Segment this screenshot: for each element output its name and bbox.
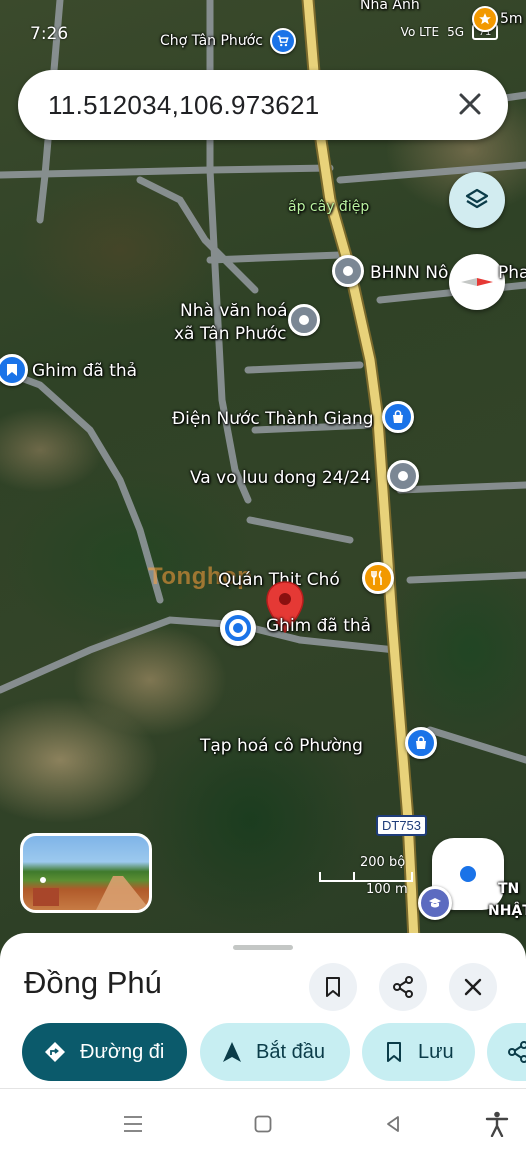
label-ap-cay-diep[interactable]: ấp cây điệp [288, 196, 369, 218]
save-button[interactable] [309, 963, 357, 1011]
network-label: Vo LTE [400, 25, 440, 39]
start-button[interactable]: Bắt đầu [200, 1023, 350, 1081]
label-5m: 5m [500, 11, 523, 27]
recent-apps-button[interactable] [118, 1109, 148, 1139]
directions-icon [45, 1042, 65, 1062]
scale-lower-label: 100 m [366, 882, 408, 897]
place-pin-icon[interactable] [288, 304, 320, 336]
directions-label: Đường đi [80, 1040, 165, 1063]
status-time: 7:26 [30, 24, 69, 44]
share-icon [393, 976, 413, 998]
home-square-icon [254, 1115, 272, 1133]
restaurant-icon[interactable] [362, 562, 394, 594]
search-bar[interactable]: 11.512034,106.973621 [18, 70, 508, 140]
save-label: Lưu [418, 1040, 454, 1063]
label-bhnn[interactable]: BHNN Nô [370, 262, 448, 284]
layers-icon [465, 188, 489, 209]
place-sheet[interactable]: Đồng Phú Đường đi Bắt đầu Lưu [0, 933, 526, 1088]
accessibility-icon [485, 1111, 509, 1137]
place-pin-icon[interactable] [387, 460, 419, 492]
share-button[interactable] [379, 963, 427, 1011]
school-icon[interactable] [418, 886, 452, 920]
back-button[interactable] [378, 1109, 408, 1139]
system-nav-bar [0, 1088, 526, 1155]
directions-button[interactable]: Đường đi [22, 1023, 187, 1081]
back-triangle-icon [387, 1116, 399, 1132]
home-button[interactable] [248, 1109, 278, 1139]
accessibility-button[interactable] [482, 1109, 512, 1139]
scale-upper-label: 200 bộ [360, 855, 406, 870]
label-tap-hoa[interactable]: Tạp hoá cô Phường [200, 735, 363, 757]
status-bar: 7:26 Vo LTE 5G 71 [0, 22, 526, 48]
road-shield: DT753 [376, 815, 428, 836]
close-button[interactable] [449, 963, 497, 1011]
map-view[interactable]: 7:26 Vo LTE 5G 71 Nha Anh 5m Chợ Tân Phư… [0, 0, 526, 960]
label-corner-2: NHẬT [488, 903, 526, 919]
shopping-bag-icon[interactable] [405, 727, 437, 759]
action-chips: Đường đi Bắt đầu Lưu [22, 1023, 526, 1083]
share-chip[interactable] [487, 1023, 526, 1081]
label-cho-tan-phuoc[interactable]: Chợ Tân Phước [160, 32, 263, 50]
drag-handle[interactable] [233, 945, 293, 950]
bookmark-icon [326, 977, 340, 997]
compass-icon [461, 278, 493, 286]
start-label: Bắt đầu [256, 1040, 325, 1063]
label-nha-anh[interactable]: Nha Anh [360, 0, 420, 14]
label-va-vo[interactable]: Va vo luu dong 24/24 [190, 467, 371, 489]
label-nha-van-hoa[interactable]: Nhà văn hoá [180, 300, 288, 322]
compass-button[interactable] [449, 254, 505, 310]
place-title: Đồng Phú [24, 965, 162, 1000]
label-xa-tan-phuoc[interactable]: xã Tân Phước [174, 323, 286, 345]
search-input[interactable]: 11.512034,106.973621 [48, 90, 320, 121]
scale-bar-icon [319, 872, 413, 882]
label-dien-nuoc[interactable]: Điện Nước Thành Giang [172, 408, 374, 430]
label-ghim-da-tha-center[interactable]: Ghim đã thả [266, 615, 371, 637]
label-bhnn-suffix: Pha [498, 263, 526, 283]
my-location-icon [460, 866, 476, 882]
label-ghim-da-tha-left[interactable]: Ghim đã thả [32, 360, 137, 382]
map-scale: 200 bộ 100 m [318, 855, 414, 898]
signal-label: 5G [447, 25, 464, 39]
close-icon [464, 978, 482, 996]
current-location-marker [220, 610, 256, 646]
shopping-bag-icon[interactable] [382, 401, 414, 433]
bookmark-icon [387, 1042, 401, 1062]
navigation-arrow-icon [223, 1042, 241, 1062]
photo-thumbnail-icon [33, 876, 149, 910]
menu-lines-icon [124, 1116, 142, 1132]
layers-button[interactable] [449, 172, 505, 228]
share-icon [508, 1041, 526, 1063]
star-icon[interactable] [472, 6, 498, 32]
place-pin-icon[interactable] [332, 255, 364, 287]
save-chip[interactable]: Lưu [362, 1023, 475, 1081]
shopping-cart-icon[interactable] [270, 28, 296, 54]
road-shield-label: DT753 [382, 818, 422, 833]
street-view-thumbnail[interactable] [20, 833, 152, 913]
close-icon[interactable] [454, 88, 486, 120]
label-corner-1: TN [498, 881, 520, 897]
